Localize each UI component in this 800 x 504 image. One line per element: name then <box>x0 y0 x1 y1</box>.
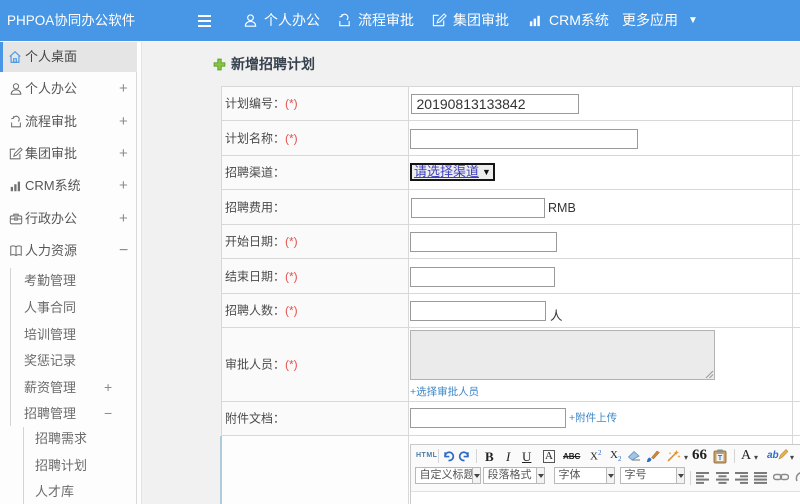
svg-text:T: T <box>718 455 723 462</box>
